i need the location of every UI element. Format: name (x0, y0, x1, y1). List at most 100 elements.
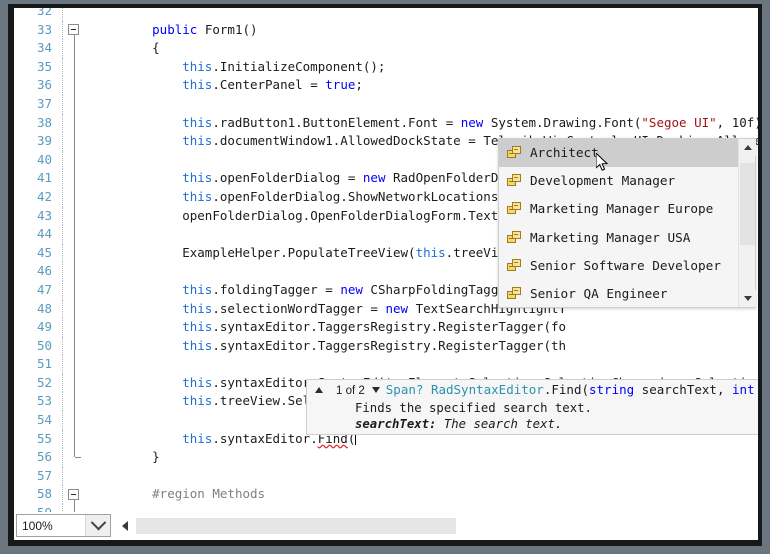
scroll-up-button[interactable] (739, 139, 756, 156)
folding-column[interactable] (66, 8, 84, 21)
folding-column[interactable] (66, 485, 84, 505)
folding-column[interactable] (66, 169, 84, 188)
signature-member: .Find( (543, 382, 589, 397)
signature-next-button[interactable] (371, 381, 380, 401)
folding-column[interactable] (66, 243, 84, 263)
fold-guide-line (74, 39, 75, 58)
signature-owner-type: RadSyntaxEditor (430, 382, 544, 397)
signature-help-popup[interactable]: 1 of 2 Span? RadSyntaxEditor.Find(string … (306, 379, 758, 435)
gutter-separator (62, 485, 63, 505)
fold-guide-line (74, 206, 75, 226)
autocomplete-item-label: Marketing Manager Europe (530, 201, 714, 217)
folding-column[interactable] (66, 411, 84, 430)
folding-column[interactable] (66, 336, 84, 356)
code-line-text: this.CenterPanel = true; (182, 77, 363, 93)
folding-column[interactable] (66, 392, 84, 412)
code-line[interactable]: 36 this.CenterPanel = true; (14, 76, 758, 95)
gutter-separator (62, 76, 63, 95)
folding-column[interactable] (66, 225, 84, 244)
scrollbar-thumb[interactable] (740, 163, 755, 245)
folding-column[interactable] (66, 355, 84, 374)
folding-column[interactable] (66, 39, 84, 58)
fold-guide-line (74, 429, 75, 449)
folding-column[interactable] (66, 504, 84, 512)
code-line[interactable]: 51 (14, 355, 758, 374)
code-line[interactable]: 59 (14, 504, 758, 512)
code-line[interactable]: 35 this.InitializeComponent(); (14, 57, 758, 77)
autocomplete-item[interactable]: Architect (499, 139, 738, 168)
folding-column[interactable] (66, 94, 84, 114)
signature-param-doc: searchText: The search text. (307, 416, 758, 432)
fold-guide-line (74, 132, 75, 151)
horizontal-scrollbar-thumb[interactable] (136, 518, 456, 534)
autocomplete-item-label: Development Manager (530, 173, 676, 189)
autocomplete-item[interactable]: Development Manager (499, 167, 738, 195)
code-line[interactable]: 49 this.syntaxEditor.TaggersRegistry.Regi… (14, 318, 758, 337)
fold-guide-line (74, 150, 75, 170)
folding-column[interactable] (66, 150, 84, 170)
fold-toggle-button[interactable] (68, 488, 79, 500)
folding-column[interactable] (66, 21, 84, 40)
class-member-icon (507, 230, 522, 244)
gutter-separator (62, 504, 63, 512)
folding-column[interactable] (66, 132, 84, 151)
folding-column[interactable] (66, 448, 84, 467)
autocomplete-scrollbar[interactable] (738, 139, 756, 307)
signature-prev-button[interactable] (315, 381, 323, 401)
fold-guide-line (74, 392, 75, 412)
line-number: 50 (36, 337, 52, 353)
autocomplete-item[interactable]: Marketing Manager Europe (499, 195, 738, 223)
code-line-text: public Form1() (152, 21, 258, 37)
code-line[interactable]: 34 { (14, 39, 758, 58)
code-line[interactable]: 38 this.radButton1.ButtonElement.Font = n… (14, 113, 758, 133)
code-line[interactable]: 58 #region Methods (14, 485, 758, 505)
folding-column[interactable] (66, 429, 84, 449)
editor-surface[interactable]: 32 33 public Form1() 34 {35 this.InitializeCo… (14, 8, 758, 540)
autocomplete-popup[interactable]: Architect Development Manager Marketing Ma… (498, 138, 756, 308)
signature-return-type: Span? (385, 382, 424, 397)
gutter-separator (62, 206, 63, 226)
folding-column[interactable] (66, 299, 84, 319)
scroll-left-button[interactable] (118, 518, 131, 533)
gutter-separator (62, 113, 63, 133)
signature-summary: Finds the specified search text. (355, 401, 592, 415)
zoom-dropdown-button[interactable] (85, 514, 110, 536)
status-bar: 100% (14, 512, 758, 540)
line-number: 47 (36, 281, 52, 297)
code-line[interactable]: 33 public Form1() (14, 20, 758, 40)
code-line[interactable]: 32 (14, 8, 758, 21)
folding-column[interactable] (66, 467, 84, 486)
gutter-separator (62, 299, 63, 319)
code-line[interactable]: 37 (14, 94, 758, 114)
code-line-text: this.InitializeComponent(); (182, 58, 386, 74)
folding-column[interactable] (66, 206, 84, 226)
horizontal-scrollbar[interactable] (114, 515, 758, 536)
line-number: 38 (36, 114, 52, 130)
folding-column[interactable] (66, 280, 84, 300)
autocomplete-list[interactable]: Architect Development Manager Marketing Ma… (499, 139, 738, 307)
autocomplete-item[interactable]: Senior Software Developer (499, 252, 738, 280)
folding-column[interactable] (66, 76, 84, 95)
folding-column[interactable] (66, 262, 84, 281)
fold-toggle-button[interactable] (68, 23, 79, 35)
autocomplete-item-label: Architect (530, 145, 599, 160)
fold-guide-line (74, 76, 75, 95)
line-number: 46 (36, 263, 52, 279)
code-line[interactable]: 56} (14, 448, 758, 467)
gutter-separator (62, 280, 63, 300)
chevron-down-icon (90, 514, 106, 531)
class-member-icon (507, 174, 522, 187)
folding-column[interactable] (66, 113, 84, 133)
folding-column[interactable] (66, 187, 84, 207)
zoom-combobox[interactable]: 100% (16, 514, 111, 537)
code-line[interactable]: 57 (14, 466, 758, 486)
line-number: 43 (36, 207, 52, 223)
scroll-down-button[interactable] (739, 290, 756, 307)
folding-column[interactable] (66, 318, 84, 337)
autocomplete-item[interactable]: Senior QA Engineer (499, 280, 738, 307)
folding-column[interactable] (66, 373, 84, 393)
code-line[interactable]: 50 this.syntaxEditor.TaggersRegistry.Regi… (14, 336, 758, 356)
gutter-separator (62, 20, 63, 40)
autocomplete-item[interactable]: Marketing Manager USA (499, 224, 738, 252)
folding-column[interactable] (66, 57, 84, 77)
